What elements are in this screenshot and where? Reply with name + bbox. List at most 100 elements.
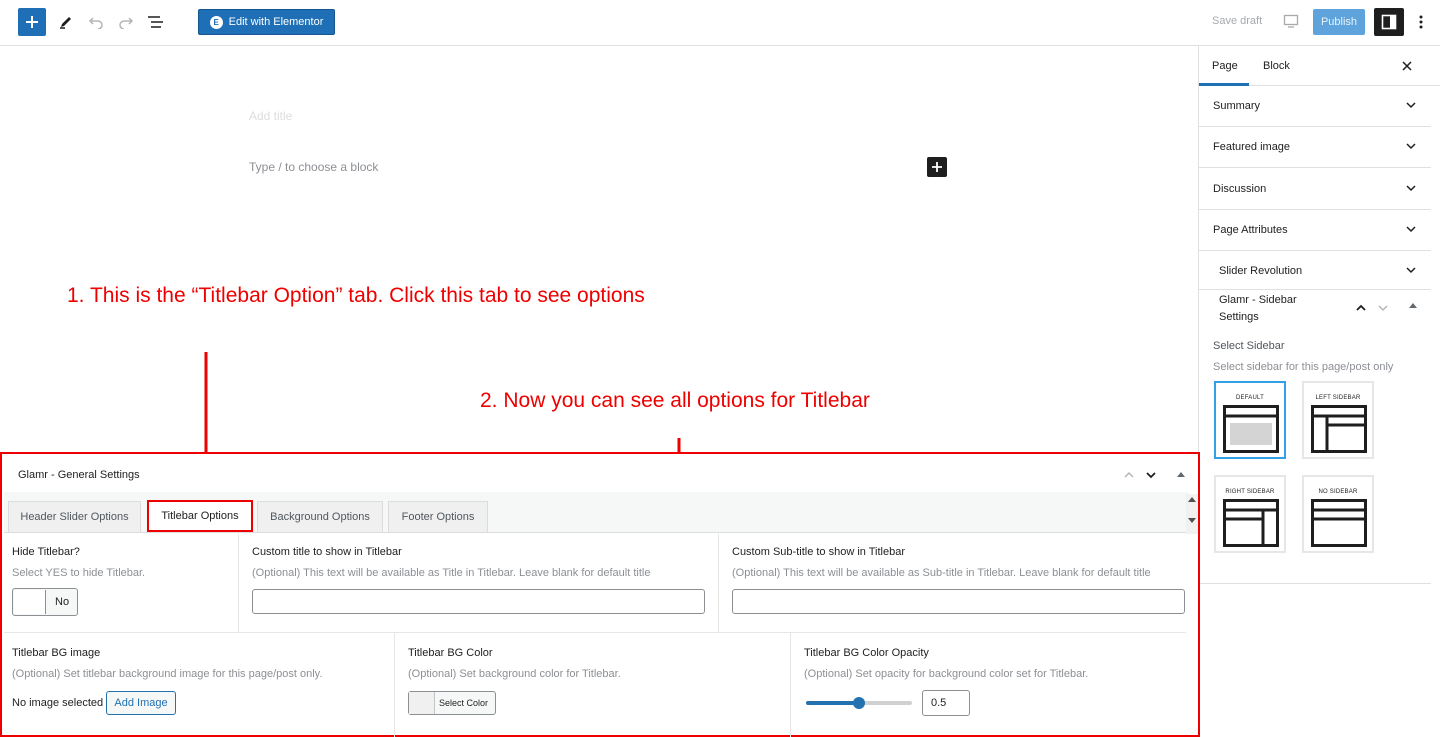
move-down-button[interactable] [1144, 468, 1158, 482]
undo-icon [88, 17, 103, 29]
document-overview-button[interactable] [146, 12, 166, 32]
collapse-triangle-icon[interactable] [1409, 302, 1417, 310]
column-divider [718, 534, 719, 632]
edit-with-elementor-label: Edit with Elementor [228, 16, 324, 28]
elementor-logo-icon: E [209, 15, 223, 29]
custom-title-input[interactable] [252, 589, 705, 614]
panel-label: Page Attributes [1213, 224, 1288, 236]
layout-default-icon [1223, 405, 1279, 453]
chevron-up-icon [1124, 471, 1134, 478]
panel-label: Discussion [1213, 183, 1267, 195]
tab-footer-options[interactable]: Footer Options [388, 501, 488, 532]
layout-option-default[interactable]: DEFAULT [1214, 381, 1286, 459]
publish-label: Publish [1320, 16, 1358, 28]
layout-option-right-sidebar[interactable]: RIGHT SIDEBAR [1214, 475, 1286, 553]
chevron-down-icon [1406, 102, 1416, 109]
panel-featured-image[interactable]: Featured image [1199, 127, 1431, 168]
toggle-panel-button[interactable] [1174, 468, 1188, 482]
column-divider [238, 534, 239, 632]
move-up-icon[interactable] [1355, 302, 1367, 314]
layout-option-label: RIGHT SIDEBAR [1225, 489, 1275, 495]
edit-with-elementor-button[interactable]: E Edit with Elementor [198, 9, 335, 35]
custom-title-title: Custom title to show in Titlebar [252, 546, 402, 558]
add-image-label: Add Image [114, 697, 168, 709]
inline-add-block-button[interactable] [927, 157, 947, 177]
opacity-value-input[interactable]: 0.5 [922, 690, 970, 716]
select-sidebar-description: Select sidebar for this page/post only [1213, 361, 1394, 373]
plus-icon [932, 162, 942, 172]
layout-option-label: LEFT SIDEBAR [1315, 395, 1361, 401]
tab-titlebar-options[interactable]: Titlebar Options [147, 500, 253, 532]
scrollbar[interactable] [1186, 494, 1198, 534]
chevron-down-icon [1406, 143, 1416, 150]
bg-opacity-desc: (Optional) Set opacity for background co… [804, 668, 1089, 680]
tab-page[interactable]: Page [1212, 60, 1238, 72]
tab-background-options[interactable]: Background Options [257, 501, 383, 532]
tab-header-slider-options[interactable]: Header Slider Options [8, 501, 141, 532]
chevron-down-icon [1406, 267, 1416, 274]
settings-tabs: Header Slider Options Titlebar Options B… [4, 492, 1188, 533]
hide-titlebar-title: Hide Titlebar? [12, 546, 80, 558]
panel-summary[interactable]: Summary [1199, 86, 1431, 127]
custom-title-desc: (Optional) This text will be available a… [252, 567, 651, 579]
annotation-step-1: 1. This is the “Titlebar Option” tab. Cl… [67, 284, 645, 307]
redo-button[interactable] [116, 12, 136, 32]
chevron-down-icon [1146, 472, 1156, 479]
post-title-input[interactable]: Add title [249, 109, 292, 123]
layout-option-no-sidebar[interactable]: NO SIDEBAR [1302, 475, 1374, 553]
row-divider [4, 632, 1186, 633]
layout-left-sidebar-icon [1311, 405, 1367, 453]
close-icon [1402, 61, 1412, 71]
settings-sidebar: Page Block Summary Featured image Discus… [1198, 46, 1440, 737]
panel-label: Featured image [1213, 141, 1291, 153]
publish-button[interactable]: Publish [1313, 9, 1365, 35]
close-sidebar-button[interactable] [1402, 58, 1412, 74]
bg-image-desc: (Optional) Set titlebar background image… [12, 668, 323, 680]
panel-discussion[interactable]: Discussion [1199, 169, 1431, 210]
save-draft-button[interactable]: Save draft [1212, 15, 1262, 27]
layout-right-sidebar-icon [1223, 499, 1279, 547]
edit-tool-button[interactable] [56, 12, 76, 32]
divider [1199, 583, 1431, 584]
panel-label: Slider Revolution [1219, 265, 1303, 277]
tab-label: Header Slider Options [20, 511, 129, 523]
custom-subtitle-input[interactable] [732, 589, 1185, 614]
toggle-value: No [55, 596, 70, 608]
settings-toggle-button[interactable] [1374, 8, 1404, 36]
opacity-slider-handle[interactable] [853, 697, 865, 709]
layout-no-sidebar-icon [1311, 499, 1367, 547]
more-options-button[interactable] [1414, 12, 1428, 32]
general-settings-metabox: Glamr - General Settings Header Slider O… [0, 452, 1200, 737]
layout-option-label: DEFAULT [1236, 395, 1264, 401]
select-color-button[interactable]: Select Color [408, 691, 496, 715]
custom-subtitle-title: Custom Sub-title to show in Titlebar [732, 546, 906, 558]
sidebar-panel-icon [1381, 14, 1397, 30]
hide-titlebar-desc: Select YES to hide Titlebar. [12, 567, 146, 579]
block-appender[interactable]: Type / to choose a block [249, 160, 378, 174]
preview-button[interactable] [1283, 14, 1299, 28]
scroll-up-arrow-icon [1188, 497, 1196, 502]
sidebar-tabs: Page Block [1199, 46, 1440, 86]
column-divider [790, 633, 791, 737]
tab-label: Background Options [270, 511, 370, 523]
chevron-down-icon [1406, 226, 1416, 233]
move-up-button[interactable] [1122, 468, 1136, 482]
tab-label: Footer Options [401, 511, 475, 523]
move-down-icon[interactable] [1377, 302, 1389, 314]
column-divider [394, 633, 395, 737]
custom-subtitle-desc: (Optional) This text will be available a… [732, 567, 1151, 579]
hide-titlebar-toggle[interactable]: No [12, 588, 78, 616]
tab-block[interactable]: Block [1263, 60, 1290, 72]
collapse-triangle-icon [1177, 472, 1185, 477]
sidebar-settings-title: Glamr - Sidebar Settings [1219, 294, 1297, 323]
layout-option-left-sidebar[interactable]: LEFT SIDEBAR [1302, 381, 1374, 459]
undo-button[interactable] [86, 12, 106, 32]
add-block-button[interactable] [18, 8, 46, 36]
color-swatch [409, 692, 435, 714]
add-image-button[interactable]: Add Image [106, 691, 176, 715]
panel-page-attributes[interactable]: Page Attributes [1199, 210, 1431, 251]
toggle-knob [14, 590, 46, 614]
bg-image-status: No image selected [12, 697, 104, 709]
opacity-slider-fill [806, 701, 859, 705]
panel-slider-revolution[interactable]: Slider Revolution [1199, 251, 1431, 290]
